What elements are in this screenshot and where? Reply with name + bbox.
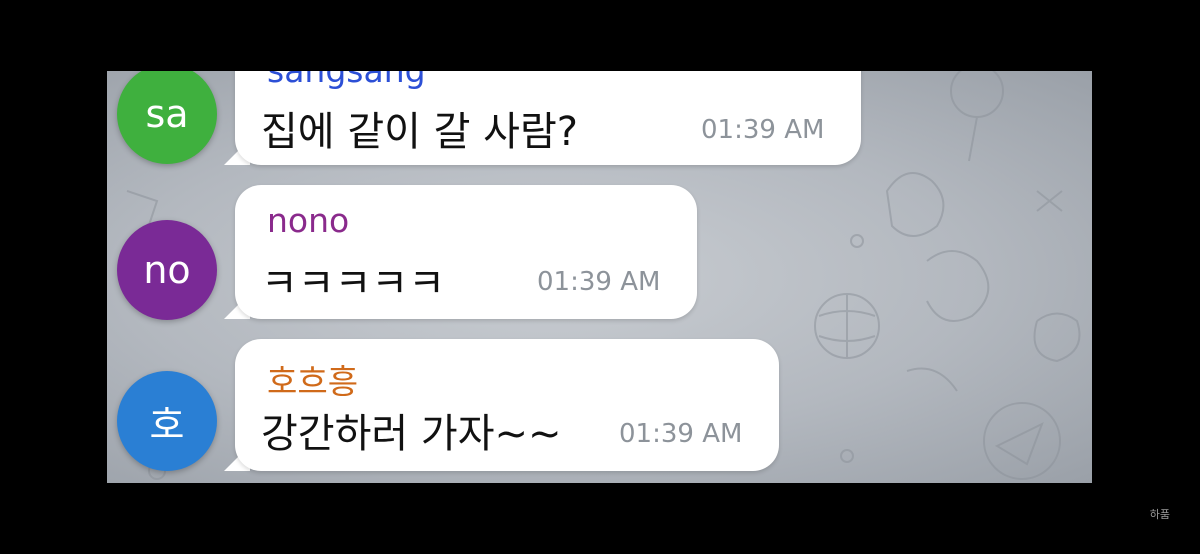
message-bubble[interactable]: sangsang 집에 같이 갈 사람? 01:39 AM bbox=[235, 71, 861, 165]
message-bubble[interactable]: 호흐흥 강간하러 가자~~ 01:39 AM bbox=[235, 339, 779, 471]
sender-name: nono bbox=[267, 201, 350, 240]
message-time: 01:39 AM bbox=[619, 419, 743, 449]
message-text: 집에 같이 갈 사람? bbox=[261, 109, 578, 155]
avatar[interactable]: no bbox=[117, 220, 217, 320]
avatar-initials: no bbox=[143, 248, 191, 292]
chat-screen: sa sangsang 집에 같이 갈 사람? 01:39 AM no nono… bbox=[107, 71, 1092, 483]
sender-name: 호흐흥 bbox=[267, 362, 359, 401]
message-bubble[interactable]: nono ㅋㅋㅋㅋㅋ 01:39 AM bbox=[235, 185, 697, 319]
sender-name: sangsang bbox=[267, 71, 426, 90]
avatar-initials: 호 bbox=[149, 402, 185, 447]
avatar-initials: sa bbox=[145, 92, 189, 136]
message-time: 01:39 AM bbox=[701, 115, 825, 145]
watermark: 하품 bbox=[1149, 508, 1170, 521]
message-text: ㅋㅋㅋㅋㅋ bbox=[261, 261, 445, 307]
message-time: 01:39 AM bbox=[537, 267, 661, 297]
avatar[interactable]: 호 bbox=[117, 371, 217, 471]
message-text: 강간하러 가자~~ bbox=[261, 411, 562, 457]
